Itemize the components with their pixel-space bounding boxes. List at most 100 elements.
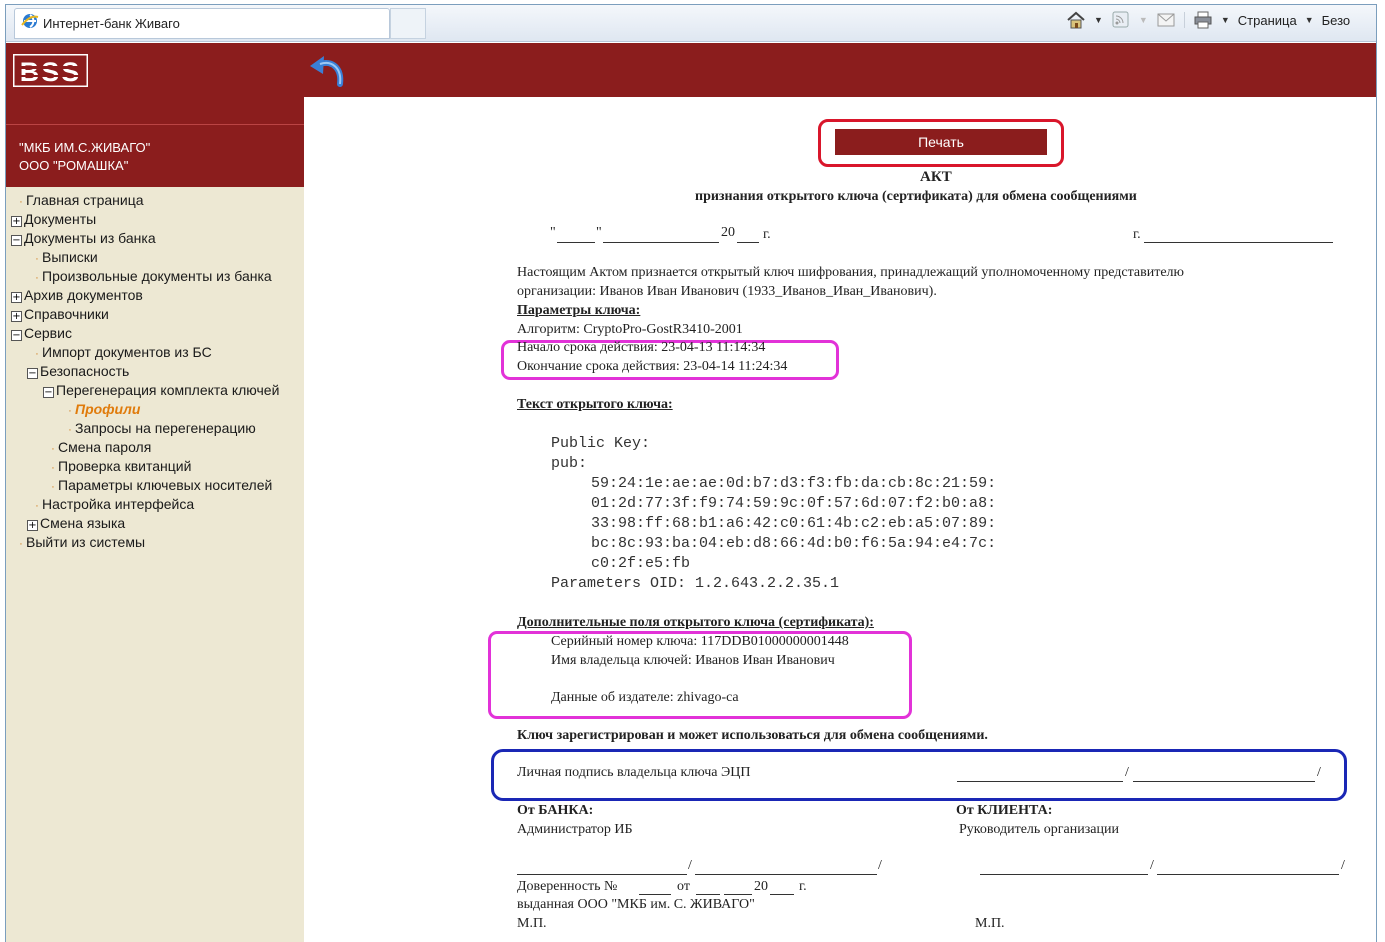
nav-security[interactable]: − Безопасность: [27, 362, 129, 381]
key-line: 01:2d:77:3f:f9:74:59:9c:0f:57:6d:07:f2:b…: [591, 495, 997, 512]
nav-archive[interactable]: + Архив документов: [11, 286, 143, 305]
rss-icon[interactable]: [1111, 11, 1131, 29]
nav-label: Архив документов: [24, 287, 143, 303]
nav-change-language[interactable]: + Смена языка: [27, 514, 125, 533]
client-role: Руководитель организации: [959, 822, 1119, 837]
collapse-icon[interactable]: −: [11, 330, 22, 341]
nav-label: Настройка интерфейса: [42, 496, 195, 512]
act-title: АКТ: [920, 169, 952, 185]
date-quote-close: ": [596, 225, 602, 240]
nav-key-media-params[interactable]: · Параметры ключевых носителей: [48, 476, 272, 495]
bank-sign-slash: /: [878, 858, 882, 873]
extra-fields-heading: Дополнительные поля открытого ключа (сер…: [517, 615, 874, 630]
bank-sign-slash: /: [688, 858, 692, 873]
intro-line-1: Настоящим Актом признается открытый ключ…: [517, 265, 1184, 280]
print-icon[interactable]: [1193, 11, 1213, 29]
organization-block: "МКБ ИМ.С.ЖИВАГО" ООО "РОМАШКА": [6, 125, 304, 187]
page-menu[interactable]: Страница: [1238, 13, 1297, 28]
nav-label: Справочники: [24, 306, 109, 322]
key-line: bc:8c:93:ba:04:eb:d8:66:4d:b0:f6:5a:94:e…: [591, 535, 997, 552]
poa-from: от: [677, 879, 690, 894]
nav-label: Сервис: [24, 325, 72, 341]
key-line: c0:2f:e5:fb: [591, 555, 691, 572]
city-g: г.: [1133, 227, 1141, 242]
act-subtitle: признания открытого ключа (сертификата) …: [695, 189, 1137, 204]
nav-change-password[interactable]: · Смена пароля: [48, 438, 151, 457]
print-button[interactable]: Печать: [835, 129, 1047, 155]
key-text-heading: Текст открытого ключа:: [517, 397, 673, 412]
nav-profiles[interactable]: · Профили: [65, 400, 140, 419]
nav-home[interactable]: · Главная страница: [16, 191, 144, 210]
nav-statements[interactable]: · Выписки: [32, 248, 98, 267]
nav-interface-settings[interactable]: · Настройка интерфейса: [32, 495, 194, 514]
bank-name-line: [695, 874, 877, 875]
home-dropdown-icon[interactable]: ▼: [1094, 15, 1103, 25]
rss-dropdown-icon[interactable]: ▼: [1139, 15, 1148, 25]
nav-service[interactable]: − Сервис: [11, 324, 72, 343]
date-g: г.: [763, 227, 771, 242]
signature-line: [957, 781, 1123, 782]
mail-icon[interactable]: [1156, 11, 1176, 29]
from-bank: От БАНКА:: [517, 803, 594, 818]
valid-from: Начало срока действия: 23-04-13 11:14:34: [517, 340, 766, 355]
expand-icon[interactable]: +: [11, 292, 22, 303]
back-arrow-icon[interactable]: [306, 54, 346, 88]
nav-key-regeneration[interactable]: − Перегенерация комплекта ключей: [43, 381, 279, 400]
key-line: Parameters OID: 1.2.643.2.2.35.1: [551, 575, 840, 592]
nav-references[interactable]: + Справочники: [11, 305, 109, 324]
nav-import[interactable]: · Импорт документов из БС: [32, 343, 212, 362]
poa-g: г.: [799, 879, 807, 894]
expand-icon[interactable]: +: [11, 216, 22, 227]
client-sign-line: [980, 874, 1148, 875]
city-line: [1144, 242, 1333, 243]
nav-bank-documents[interactable]: − Документы из банка: [11, 229, 156, 248]
nav-label: Смена языка: [40, 515, 126, 531]
toolbar-separator: [1183, 12, 1185, 28]
poa-year-line: [770, 894, 794, 895]
nav-documents[interactable]: + Документы: [11, 210, 96, 229]
expand-icon[interactable]: +: [11, 311, 22, 322]
collapse-icon[interactable]: −: [27, 368, 38, 379]
sidebar-top-strip: [6, 97, 304, 125]
nav-label: Безопасность: [40, 363, 130, 379]
date-year: 20: [721, 225, 735, 240]
browser-window: Интернет-банк Живаго ▼ ▼ ▼ Страница ▼ Бе…: [5, 4, 1377, 942]
valid-to: Окончание срока действия: 23-04-14 11:24…: [517, 359, 788, 374]
client-sign-slash: /: [1341, 858, 1345, 873]
nav-label: Смена пароля: [58, 439, 152, 455]
nav-label: Документы: [24, 211, 97, 227]
client-sign-slash: /: [1150, 858, 1154, 873]
poa-year: 20: [754, 879, 768, 894]
client-name: ООО "РОМАШКА": [19, 158, 129, 173]
new-tab-button[interactable]: [390, 8, 426, 39]
nav-label: Профили: [75, 401, 141, 417]
tab-title: Интернет-банк Живаго: [43, 16, 180, 31]
collapse-icon[interactable]: −: [11, 235, 22, 246]
home-icon[interactable]: [1066, 11, 1086, 29]
print-dropdown-icon[interactable]: ▼: [1221, 15, 1230, 25]
nav-label: Перегенерация комплекта ключей: [56, 382, 280, 398]
expand-icon[interactable]: +: [27, 520, 38, 531]
nav-check-receipts[interactable]: · Проверка квитанций: [48, 457, 191, 476]
nav-label: Главная страница: [26, 192, 144, 208]
page-dropdown-icon[interactable]: ▼: [1305, 15, 1314, 25]
key-line: Public Key:: [551, 435, 651, 452]
nav-arbitrary-documents[interactable]: · Произвольные документы из банка: [32, 267, 272, 286]
browser-tab[interactable]: Интернет-банк Живаго: [14, 8, 390, 39]
nav-logout[interactable]: · Выйти из системы: [16, 533, 145, 552]
nav-regeneration-requests[interactable]: · Запросы на перегенерацию: [65, 419, 256, 438]
document-area: Печать АКТ признания открытого ключа (се…: [305, 97, 1376, 942]
poa-number-line: [639, 894, 671, 895]
params-heading: Параметры ключа:: [517, 303, 641, 318]
date-day-line: [557, 242, 595, 243]
collapse-icon[interactable]: −: [43, 387, 54, 398]
bank-name: "МКБ ИМ.С.ЖИВАГО": [19, 140, 151, 155]
registered-statement: Ключ зарегистрирован и может использоват…: [517, 728, 988, 743]
date-month-line: [603, 242, 719, 243]
nav-label: Произвольные документы из банка: [42, 268, 272, 284]
security-menu[interactable]: Безо: [1322, 13, 1351, 28]
sidebar: "МКБ ИМ.С.ЖИВАГО" ООО "РОМАШКА" · Главная…: [6, 97, 304, 942]
poa-number-label: Доверенность №: [517, 879, 618, 894]
signature-name-line: [1133, 781, 1315, 782]
stamp-client: М.П.: [975, 916, 1005, 931]
